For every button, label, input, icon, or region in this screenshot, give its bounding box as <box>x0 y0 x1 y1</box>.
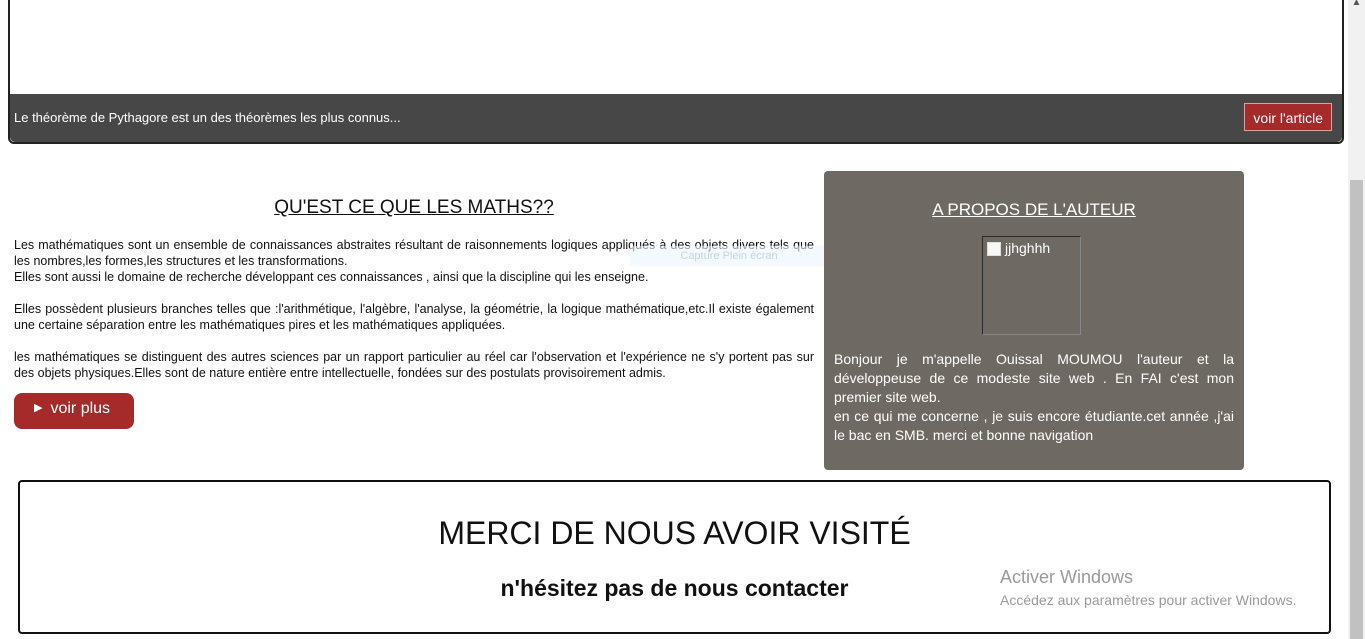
screen-capture-overlay: Capture Plein écran <box>630 246 828 266</box>
view-article-button[interactable]: voir l'article <box>1244 103 1332 131</box>
maths-paragraph: les mathématiques se distinguent des aut… <box>14 350 814 380</box>
author-bio: Bonjour je m'appelle Ouissal MOUMOU l'au… <box>834 350 1234 445</box>
play-icon: ▶ <box>34 402 43 414</box>
windows-activation-watermark: Activer Windows Accédez aux paramètres p… <box>1000 567 1296 608</box>
author-photo: jjhghhh <box>982 236 1081 335</box>
slider-caption-bar: Le théorème de Pythagore est un des théo… <box>10 94 1342 142</box>
author-photo-alt: jjhghhh <box>1005 240 1051 256</box>
slider-caption: Le théorème de Pythagore est un des théo… <box>14 110 401 125</box>
about-author-card: A PROPOS DE L'AUTEUR jjhghhh Bonjour je … <box>824 171 1244 470</box>
see-more-label: voir plus <box>50 400 111 417</box>
scroll-thumb[interactable] <box>1350 180 1363 639</box>
watermark-subtitle: Accédez aux paramètres pour activer Wind… <box>1000 592 1297 608</box>
article-slider: Le théorème de Pythagore est un des théo… <box>8 0 1344 144</box>
page-scrollbar[interactable]: ▲ <box>1348 0 1365 639</box>
author-bio-line: en ce qui me concerne , je suis encore é… <box>834 408 1234 443</box>
see-more-button[interactable]: ▶ voir plus <box>14 393 134 429</box>
maths-paragraph: Elles possèdent plusieurs branches telle… <box>14 302 814 332</box>
broken-image-icon <box>987 242 1001 256</box>
footer: MERCI DE NOUS AVOIR VISITÉ n'hésitez pas… <box>18 480 1331 634</box>
scroll-up-icon[interactable]: ▲ <box>1348 0 1365 10</box>
watermark-title: Activer Windows <box>1000 567 1134 587</box>
maths-section-title: QU'EST CE QUE LES MATHS?? <box>274 197 554 218</box>
maths-paragraph: Elles sont aussi le domaine de recherche… <box>14 270 649 284</box>
about-author-title: A PROPOS DE L'AUTEUR <box>932 200 1136 219</box>
footer-title: MERCI DE NOUS AVOIR VISITÉ <box>438 515 911 551</box>
author-bio-line: Bonjour je m'appelle Ouissal MOUMOU l'au… <box>834 351 1234 405</box>
